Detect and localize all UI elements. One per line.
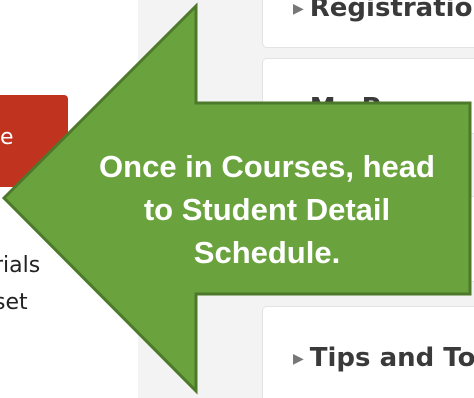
screenshot: e rials set ▶Registratio ▶My P ▶E ▶Tips … <box>0 0 474 398</box>
callout-line-3: Schedule. <box>193 235 341 270</box>
callout-line-2: to Student Detail <box>143 192 391 227</box>
callout-line-1: Once in Courses, head <box>99 149 435 184</box>
callout-text: Once in Courses, head to Student Detail … <box>60 145 474 274</box>
